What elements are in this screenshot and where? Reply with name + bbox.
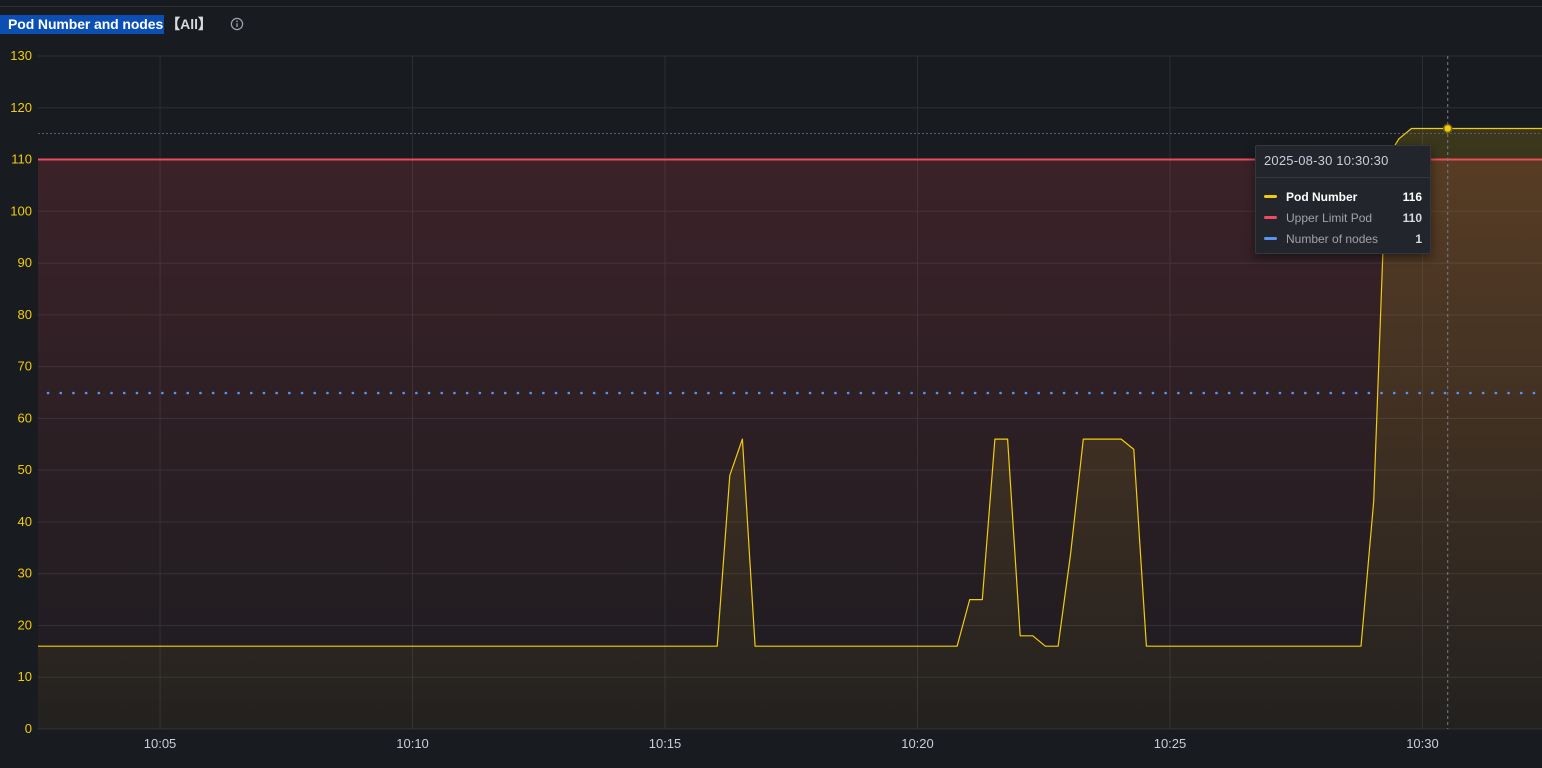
y-tick-label: 110 [11,152,32,167]
y-tick-label: 130 [10,48,32,63]
timeseries-chart[interactable]: 0 10 20 30 40 50 60 70 80 90 100 110 120 130 10:05 10:… [0,0,1542,763]
x-tick-label: 10:20 [901,736,934,751]
x-tick-label: 10:05 [144,736,177,751]
y-tick-label: 30 [18,566,32,581]
y-tick-label: 20 [18,617,32,632]
y-axis-ticks: 0 10 20 30 40 50 60 70 80 90 100 110 120 130 [10,48,32,736]
tooltip-series-name: Upper Limit Pod [1286,210,1373,225]
chart-svg[interactable]: 0102030405060708090100110120130 10:05 10:… [0,0,1542,763]
y-tick-label: 0 [25,721,32,736]
x-tick-label: 10:10 [396,736,429,751]
tooltip-row-nodes: Number of nodes 1 [1264,228,1422,249]
x-axis-ticks: 10:05 10:10 10:15 10:20 10:25 10:30 [144,736,1439,751]
tooltip-row-pod-number: Pod Number 116 [1264,186,1422,207]
hover-point [1442,123,1453,134]
x-tick-label: 10:15 [649,736,682,751]
y-tick-label: 100 [10,203,32,218]
y-tick-label: 60 [18,410,32,425]
y-tick-label: 120 [10,100,32,115]
tooltip-series-value: 110 [1402,210,1422,225]
tooltip-series-value: 1 [1415,231,1422,246]
y-tick-label: 40 [18,514,32,529]
nodes-swatch [1264,237,1277,240]
y-tick-label: 90 [18,255,32,270]
hover-tooltip: 2025-08-30 10:30:30 Pod Number 116 Upper… [1255,145,1431,254]
x-tick-label: 10:25 [1154,736,1187,751]
y-tick-label: 50 [18,462,32,477]
tooltip-series-name: Pod Number [1286,189,1358,204]
tooltip-time: 2025-08-30 10:30:30 [1256,146,1430,178]
tooltip-series-value: 116 [1402,189,1422,204]
upper-limit-swatch [1264,216,1277,219]
y-tick-label: 80 [18,307,32,322]
tooltip-series-name: Number of nodes [1286,231,1379,246]
y-tick-label: 70 [18,359,32,374]
pod-number-swatch [1264,195,1277,198]
tooltip-rows: Pod Number 116 Upper Limit Pod 110 Numbe… [1256,178,1430,249]
y-tick-label: 10 [18,669,32,684]
tooltip-row-upper-limit: Upper Limit Pod 110 [1264,207,1422,228]
x-tick-label: 10:30 [1406,736,1439,751]
